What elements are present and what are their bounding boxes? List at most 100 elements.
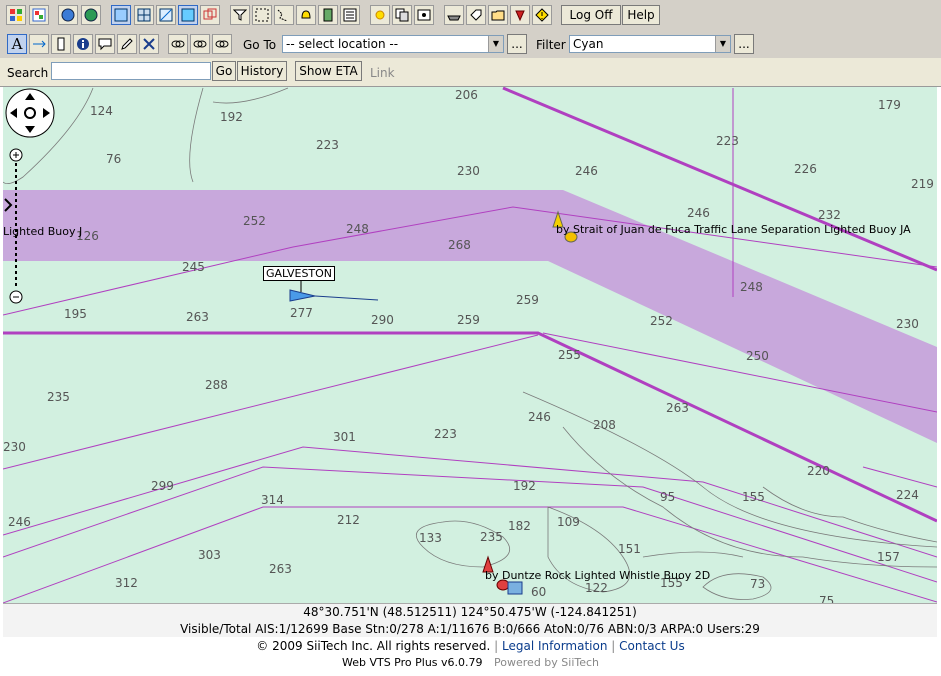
depth-sounding: 151	[618, 542, 641, 556]
chart-layer-icon[interactable]	[111, 5, 131, 25]
legal-link[interactable]: Legal Information	[502, 639, 607, 653]
depth-sounding: 277	[290, 306, 313, 320]
depth-sounding: 223	[316, 138, 339, 152]
depth-sounding: 212	[337, 513, 360, 527]
depth-sounding: 182	[508, 519, 531, 533]
list-icon[interactable]	[340, 5, 360, 25]
depth-sounding: 252	[243, 214, 266, 228]
log-off-button[interactable]: Log Off	[561, 5, 621, 25]
select-area-icon[interactable]	[252, 5, 272, 25]
main-toolbar: Log Off Help	[0, 0, 941, 31]
globe-1-icon[interactable]	[58, 5, 78, 25]
depth-sounding: 312	[115, 576, 138, 590]
depth-sounding: 259	[516, 293, 539, 307]
depth-sounding: 301	[333, 430, 356, 444]
track-icon[interactable]	[274, 5, 294, 25]
depth-sounding: 224	[896, 488, 919, 502]
chevron-down-icon: ▼	[488, 36, 503, 52]
depth-sounding: 246	[8, 515, 31, 529]
satellite-layer-icon[interactable]	[178, 5, 198, 25]
buoy-ja-label[interactable]: by Strait of Juan de Fuca Traffic Lane S…	[556, 223, 911, 236]
depth-sounding: 124	[90, 104, 113, 118]
text-tool-icon[interactable]: A	[7, 34, 27, 54]
depth-sounding: 192	[220, 110, 243, 124]
depth-sounding: 314	[261, 493, 284, 507]
globe-2-icon[interactable]	[81, 5, 101, 25]
phone-tool-icon[interactable]	[51, 34, 71, 54]
grid-layer-icon[interactable]	[134, 5, 154, 25]
depth-sounding: 76	[106, 152, 122, 166]
copy-icon[interactable]	[392, 5, 412, 25]
depth-sounding: 179	[878, 98, 901, 112]
depth-sounding: 195	[64, 307, 87, 321]
show-eta-button[interactable]: Show ETA	[295, 61, 362, 81]
chevron-down-icon: ▼	[715, 36, 730, 52]
buoy-j-label[interactable]: Lighted Buoy J	[3, 225, 82, 238]
goto-label: Go To	[243, 38, 277, 52]
history-button[interactable]: History	[237, 61, 287, 81]
search-go-button[interactable]: Go	[212, 61, 236, 81]
depth-sounding: 263	[269, 562, 292, 576]
depth-sounding: 223	[434, 427, 457, 441]
depth-sounding: 263	[186, 310, 209, 324]
depth-sounding: 230	[896, 317, 919, 331]
filter-select-value: Cyan	[573, 37, 604, 51]
depth-sounding: 259	[457, 313, 480, 327]
depth-sounding: 248	[346, 222, 369, 236]
goto-select[interactable]: -- select location -- ▼	[282, 35, 504, 53]
depth-sounding: 288	[205, 378, 228, 392]
windows-layer-icon[interactable]	[200, 5, 220, 25]
google-logo-icon[interactable]	[29, 5, 49, 25]
depth-sounding: 246	[528, 410, 551, 424]
message-icon[interactable]	[95, 34, 115, 54]
depth-sounding: 263	[666, 401, 689, 415]
depth-sounding: 223	[716, 134, 739, 148]
help-button[interactable]: Help	[622, 5, 660, 25]
windows-logo-icon[interactable]	[6, 5, 26, 25]
version-text: Web VTS Pro Plus v6.0.79	[341, 656, 483, 669]
link-2-icon[interactable]	[190, 34, 210, 54]
bell-icon[interactable]	[296, 5, 316, 25]
depth-sounding: 226	[794, 162, 817, 176]
clear-icon[interactable]	[139, 34, 159, 54]
picture-icon[interactable]	[414, 5, 434, 25]
depth-sounding: 303	[198, 548, 221, 562]
tag-icon[interactable]	[466, 5, 486, 25]
footer-separator: |	[494, 639, 499, 653]
device-icon[interactable]	[318, 5, 338, 25]
ship-icon[interactable]	[444, 5, 464, 25]
filter-icon[interactable]	[230, 5, 250, 25]
route-layer-icon[interactable]	[156, 5, 176, 25]
link-label[interactable]: Link	[370, 65, 395, 81]
depth-sounding: 232	[818, 208, 841, 222]
depth-sounding: 206	[455, 88, 478, 102]
coordinates-readout: 48°30.751'N (48.512511) 124°50.475'W (-1…	[303, 605, 637, 619]
link-1-icon[interactable]	[168, 34, 188, 54]
depth-sounding: 230	[457, 164, 480, 178]
link-3-icon[interactable]	[212, 34, 232, 54]
vessel-label[interactable]: GALVESTON	[263, 266, 336, 281]
folder-icon[interactable]	[488, 5, 508, 25]
powered-by-text: Powered by SiiTech	[494, 656, 600, 669]
warning-icon[interactable]	[532, 5, 552, 25]
depth-sounding: 220	[807, 464, 830, 478]
depth-sounding: 95	[660, 490, 676, 504]
chart-map[interactable]: 206 179 124 192 223 226 219 76 230 246 223 232 246 25…	[3, 87, 937, 603]
depth-sounding: 252	[650, 314, 673, 328]
search-input[interactable]	[51, 62, 211, 80]
filter-more-button[interactable]: ...	[734, 34, 754, 54]
depth-sounding: 208	[593, 418, 616, 432]
measure-tool-icon[interactable]	[29, 34, 49, 54]
marker-icon[interactable]	[510, 5, 530, 25]
info-icon[interactable]	[73, 34, 93, 54]
depth-sounding: 73	[750, 577, 766, 591]
contact-link[interactable]: Contact Us	[619, 639, 685, 653]
sun-icon[interactable]	[370, 5, 390, 25]
filter-select[interactable]: Cyan ▼	[569, 35, 731, 53]
depth-sounding: 219	[911, 177, 934, 191]
goto-more-button[interactable]: ...	[507, 34, 527, 54]
depth-sounding: 133	[419, 531, 442, 545]
pan-control[interactable]	[5, 88, 55, 138]
buoy-2d-label[interactable]: by Duntze Rock Lighted Whistle Buoy 2D	[485, 569, 710, 582]
pencil-icon[interactable]	[117, 34, 137, 54]
